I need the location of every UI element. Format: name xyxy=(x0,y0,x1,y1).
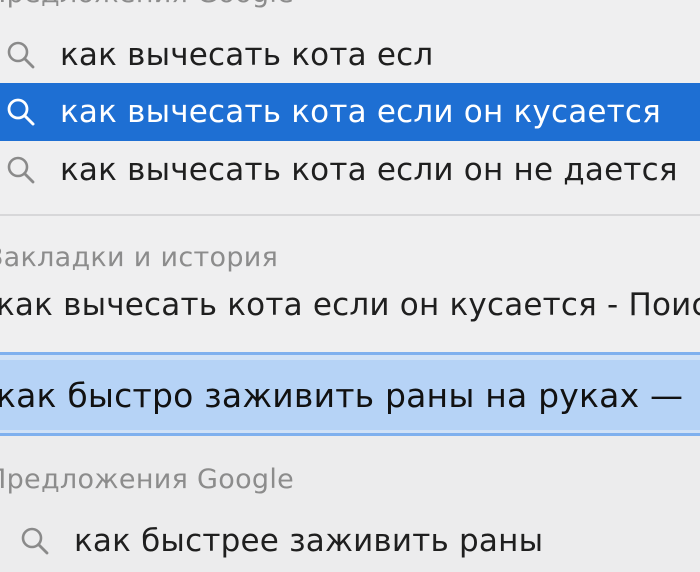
suggestions-dropdown-bottom: Предложения Google как быстрее заживить … xyxy=(0,436,700,572)
suggestion-label: как быстрее заживить раны xyxy=(74,523,544,559)
suggestion-item-selected[interactable]: как вычесать кота если он кусается xyxy=(0,83,700,141)
section-header-bookmarks-history: Закладки и история xyxy=(0,242,279,273)
section-header-google-suggestions: Предложения Google xyxy=(0,464,295,495)
section-divider xyxy=(0,214,700,216)
suggestion-label: как вычесать кота если он не дается xyxy=(60,152,678,188)
suggestion-item[interactable]: как вычесать кота есл xyxy=(0,26,700,84)
history-item[interactable]: как вычесать кота если он кусается - Пои… xyxy=(0,287,700,323)
suggestion-item[interactable]: как быстрее заживить раны xyxy=(14,512,700,570)
address-bar[interactable]: как быстро заживить раны на руках — xyxy=(0,360,700,430)
search-icon xyxy=(4,95,38,129)
search-icon xyxy=(4,153,38,187)
address-bar-value[interactable]: как быстро заживить раны на руках — xyxy=(0,376,683,415)
safari-suggestions-screen: Предложения Google как вычесать кота есл… xyxy=(0,0,700,572)
suggestions-dropdown-top: Предложения Google как вычесать кота есл… xyxy=(0,0,700,352)
suggestion-item[interactable]: как вычесать кота если он не дается xyxy=(0,141,700,199)
suggestion-label: как вычесать кота есл xyxy=(60,37,434,73)
section-header-google-suggestions: Предложения Google xyxy=(0,0,294,9)
search-icon xyxy=(18,524,52,558)
suggestion-label: как вычесать кота если он кусается xyxy=(60,94,662,130)
search-icon xyxy=(4,38,38,72)
